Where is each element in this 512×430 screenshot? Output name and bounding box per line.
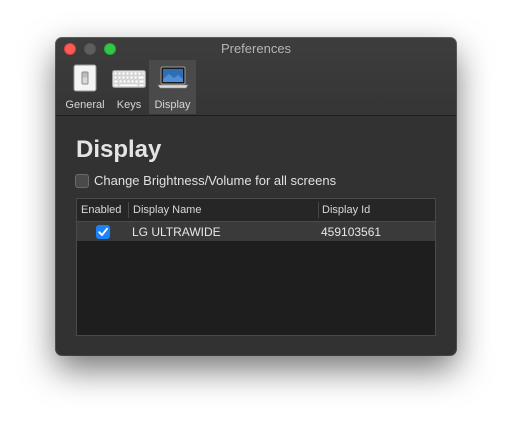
column-header-display-id[interactable]: Display Id xyxy=(322,204,370,216)
tab-general[interactable]: General xyxy=(64,60,106,114)
display-name-cell: LG ULTRAWIDE xyxy=(132,225,221,239)
keyboard-icon xyxy=(112,70,146,88)
tab-display-label: Display xyxy=(154,99,191,111)
tab-keys-label: Keys xyxy=(116,99,142,111)
checkmark-icon xyxy=(98,227,108,236)
all-screens-checkbox[interactable] xyxy=(75,174,89,188)
titlebar: Preferences General Keys Display xyxy=(56,38,456,116)
tab-keys[interactable]: Keys xyxy=(110,60,148,114)
display-id-cell: 459103561 xyxy=(321,225,382,239)
enabled-checkbox[interactable] xyxy=(96,225,110,239)
laptop-display-icon xyxy=(157,66,189,89)
column-header-display-name[interactable]: Display Name xyxy=(133,204,201,216)
displays-table: Enabled Display Name Display Id LG ULTRA… xyxy=(76,198,436,336)
table-header: Enabled Display Name Display Id xyxy=(77,199,435,222)
general-switch-icon xyxy=(73,64,97,92)
all-screens-checkbox-label[interactable]: Change Brightness/Volume for all screens xyxy=(94,173,336,188)
tab-general-label: General xyxy=(65,99,105,111)
column-divider[interactable] xyxy=(318,202,319,218)
table-row[interactable]: LG ULTRAWIDE 459103561 xyxy=(77,222,435,241)
tab-display[interactable]: Display xyxy=(149,60,196,114)
window-title: Preferences xyxy=(220,41,292,56)
column-header-enabled[interactable]: Enabled xyxy=(81,204,121,216)
page-title: Display xyxy=(76,136,162,163)
preferences-window: Preferences General Keys Display Display… xyxy=(56,38,456,355)
column-divider[interactable] xyxy=(128,202,129,218)
